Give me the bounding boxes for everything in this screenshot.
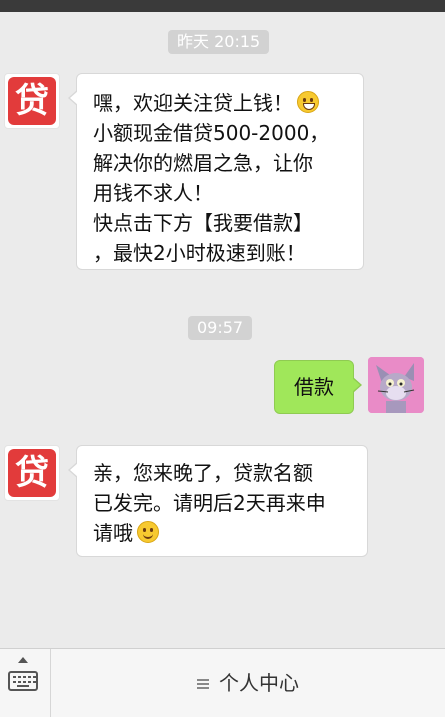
chevron-up-icon — [18, 657, 28, 663]
user-avatar[interactable] — [368, 357, 424, 413]
smile-face-icon — [137, 521, 159, 543]
keyboard-toggle-button[interactable] — [0, 649, 51, 717]
message-line: 小额现金借贷500-2000， — [93, 121, 330, 145]
message-line: 已发完。请明后2天再来申 — [93, 491, 326, 515]
sender-avatar[interactable]: 贷 — [4, 73, 60, 129]
message-bubble[interactable]: 亲，您来晚了，贷款名额 已发完。请明后2天再来申 请哦 — [68, 445, 368, 557]
timestamp: 昨天 20:15 — [168, 30, 270, 54]
menu-personal-center-button[interactable]: 个人中心 — [51, 649, 445, 717]
menu-lines-icon — [197, 679, 209, 689]
message-line: 快点击下方【我要借款】 — [93, 211, 313, 235]
message-text: 借款 — [294, 375, 334, 399]
message-bubble[interactable]: 嘿，欢迎关注贷上钱！ 小额现金借贷500-2000， 解决你的燃眉之急，让你 用… — [68, 73, 364, 270]
bottom-menu-bar: 个人中心 — [0, 648, 445, 717]
brand-logo: 贷 — [8, 449, 56, 497]
status-bar — [0, 0, 445, 12]
message-line: 亲，您来晚了，贷款名额 — [93, 461, 313, 485]
keyboard-icon — [8, 671, 38, 691]
message-line: 请哦 — [93, 518, 357, 548]
sender-avatar[interactable]: 贷 — [4, 445, 60, 501]
message-line: 用钱不求人！ — [93, 181, 213, 205]
brand-logo: 贷 — [8, 77, 56, 125]
grin-face-icon — [297, 91, 319, 113]
timestamp: 09:57 — [188, 316, 253, 340]
my-message-bubble[interactable]: 借款 — [274, 360, 362, 414]
message-line: 嘿，欢迎关注贷上钱！ — [93, 88, 349, 118]
menu-label: 个人中心 — [219, 671, 299, 695]
chat-area[interactable]: 昨天 20:15 贷 嘿，欢迎关注贷上钱！ 小额现金借贷500-2000， 解决… — [0, 12, 445, 648]
cartoon-cat-avatar-icon — [368, 357, 424, 413]
message-line: 解决你的燃眉之急，让你 — [93, 151, 313, 175]
message-line: ，最快2小时极速到账！ — [93, 241, 306, 265]
